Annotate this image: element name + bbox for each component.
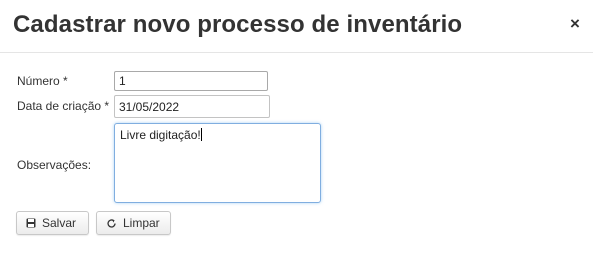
close-icon[interactable]: × [568,15,582,33]
numero-label-text: Número [17,74,60,88]
dialog: Cadastrar novo processo de inventário × … [0,0,593,255]
numero-input[interactable]: 1 [114,71,268,91]
data-criacao-label-text: Data de criação [17,99,102,113]
data-criacao-input[interactable]: 31/05/2022 [114,95,270,118]
observacoes-text: Livre digitação! [120,128,201,142]
dialog-header: Cadastrar novo processo de inventário × [0,0,593,53]
observacoes-textarea[interactable]: Livre digitação! [114,123,321,203]
dialog-title: Cadastrar novo processo de inventário [13,11,463,38]
numero-label: Número * [17,74,68,88]
save-button-label: Salvar [42,216,77,230]
save-button[interactable]: Salvar [16,211,89,235]
required-mark: * [104,99,110,113]
clear-button[interactable]: Limpar [96,211,171,235]
data-criacao-label: Data de criação * [17,99,109,113]
clear-button-label: Limpar [123,216,160,230]
refresh-icon [106,218,117,229]
observacoes-label: Observações: [17,158,92,172]
required-mark: * [63,74,68,88]
save-icon [26,218,36,228]
text-caret [200,128,202,141]
